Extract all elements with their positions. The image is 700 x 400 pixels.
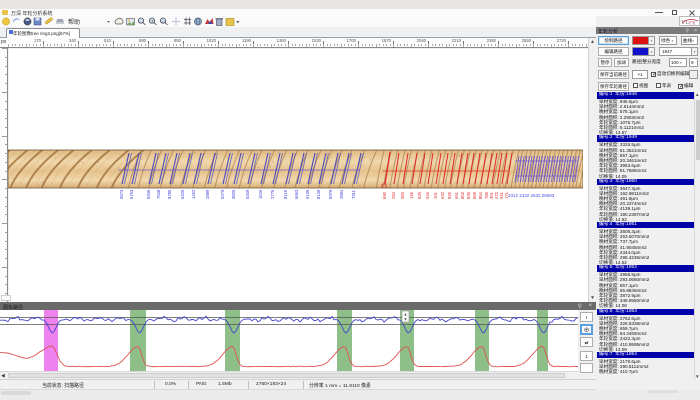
svg-text:5573: 5573 <box>119 189 124 199</box>
svg-text:836: 836 <box>466 191 471 199</box>
svg-text:1452: 1452 <box>191 189 196 199</box>
svg-text:9379: 9379 <box>328 189 333 199</box>
svg-text:5349: 5349 <box>245 189 250 199</box>
svg-text:5279: 5279 <box>220 189 225 199</box>
svg-text:101: 101 <box>433 191 438 199</box>
svg-text:294: 294 <box>391 191 396 199</box>
svg-text:690: 690 <box>382 191 387 199</box>
svg-text:6425: 6425 <box>180 189 185 199</box>
svg-text:2312 2432 2532 26083: 2312 2432 2532 26083 <box>508 193 555 198</box>
svg-text:6753: 6753 <box>129 189 134 199</box>
svg-text:帮助: 帮助 <box>68 18 80 26</box>
svg-text:859: 859 <box>472 191 477 199</box>
svg-text:7311: 7311 <box>351 189 356 199</box>
svg-text:1626: 1626 <box>258 189 263 199</box>
svg-text:925: 925 <box>447 191 452 199</box>
svg-text:145: 145 <box>409 191 414 199</box>
svg-text:2776: 2776 <box>270 189 275 199</box>
svg-text:6139: 6139 <box>305 189 310 199</box>
svg-text:360: 360 <box>400 191 405 199</box>
svg-text:854: 854 <box>478 191 483 199</box>
svg-text:9346: 9346 <box>146 189 151 199</box>
svg-text:6663: 6663 <box>294 189 299 199</box>
svg-text:9785: 9785 <box>167 189 172 199</box>
svg-text:825: 825 <box>417 191 422 199</box>
svg-text:632: 632 <box>440 191 445 199</box>
svg-text:+: + <box>151 19 154 24</box>
svg-text:8149: 8149 <box>316 189 321 199</box>
svg-text:2889: 2889 <box>205 189 210 199</box>
svg-text:7548: 7548 <box>156 189 161 199</box>
svg-text:3925: 3925 <box>231 189 236 199</box>
svg-text:2894: 2894 <box>339 189 344 199</box>
svg-text:651: 651 <box>454 191 459 199</box>
svg-text:8119: 8119 <box>283 189 288 199</box>
svg-text:▼: ▼ <box>404 317 408 322</box>
svg-text:803: 803 <box>460 191 465 199</box>
svg-text:546: 546 <box>425 191 430 199</box>
